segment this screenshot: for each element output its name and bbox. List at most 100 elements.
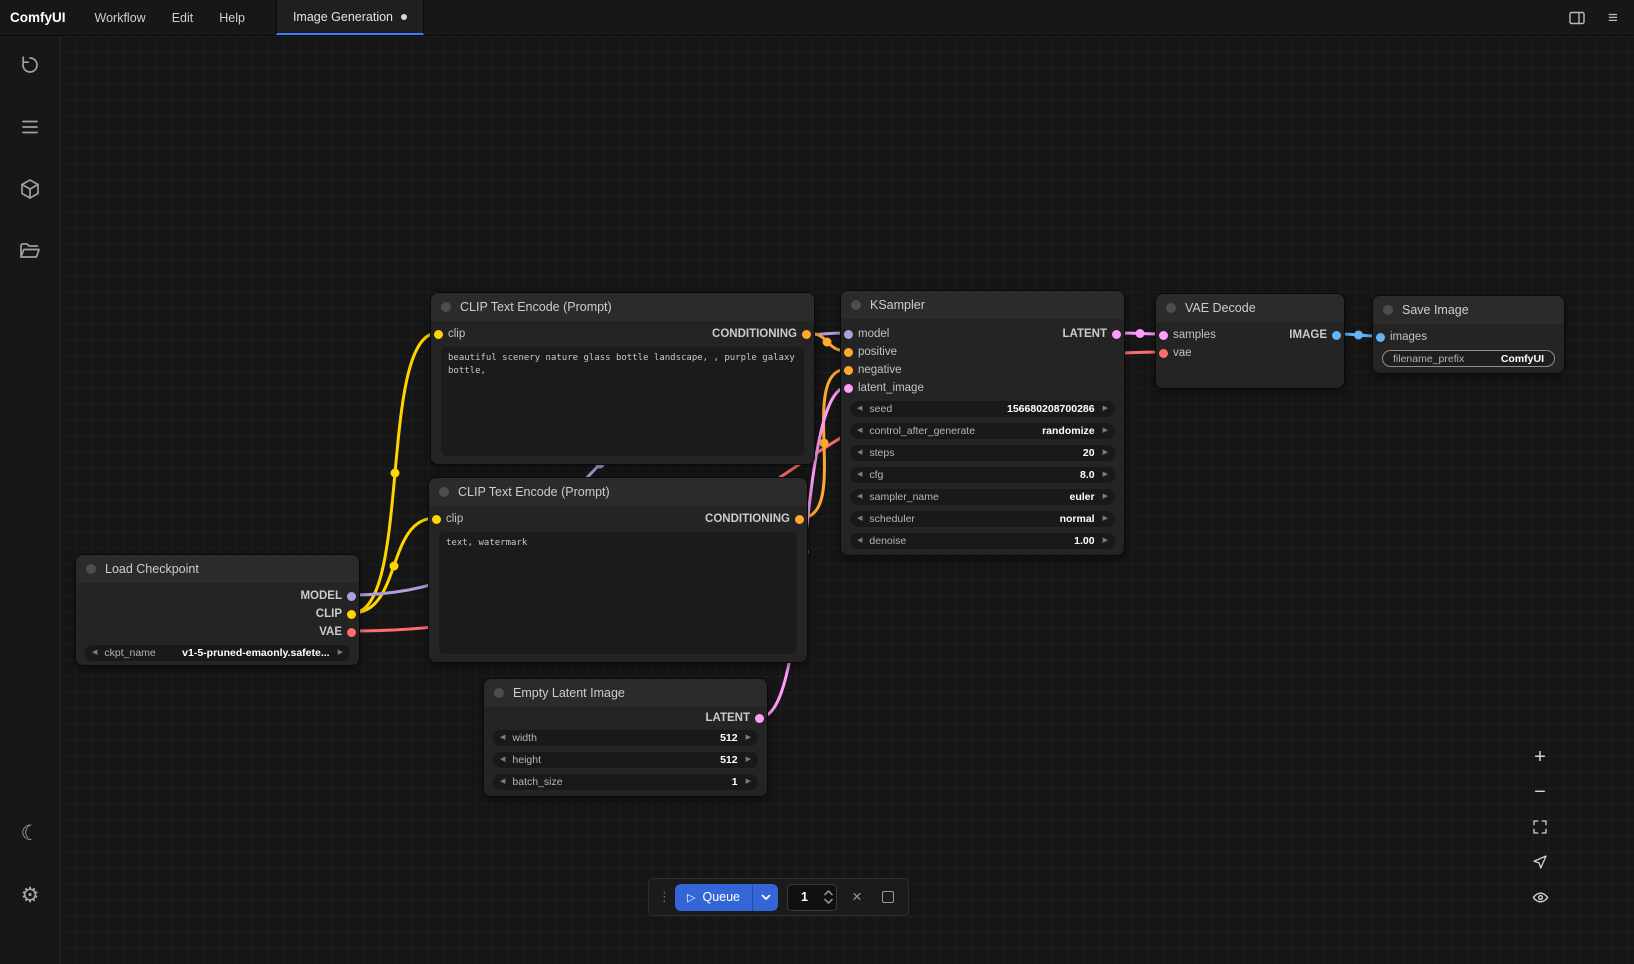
input-port-images[interactable] — [1376, 333, 1385, 342]
widget-increment-icon[interactable]: ▶ — [1103, 511, 1108, 527]
collapse-dot[interactable] — [441, 302, 451, 312]
output-port-conditioning[interactable] — [802, 330, 811, 339]
node-clip-text-encode-negative[interactable]: CLIP Text Encode (Prompt) clip CONDITION… — [428, 477, 808, 663]
node-title: Save Image — [1402, 303, 1469, 317]
menu-help[interactable]: Help — [206, 0, 258, 35]
input-port-latent-image[interactable] — [844, 384, 853, 393]
widget-scheduler[interactable]: ◀ scheduler normal ▶ — [850, 511, 1115, 527]
widget-decrement-icon[interactable]: ◀ — [500, 774, 505, 790]
widget-increment-icon[interactable]: ▶ — [1103, 467, 1108, 483]
widget-decrement-icon[interactable]: ◀ — [500, 752, 505, 768]
widget-steps[interactable]: ◀ steps 20 ▶ — [850, 445, 1115, 461]
zoom-in-button[interactable]: + — [1525, 742, 1555, 772]
menu-workflow[interactable]: Workflow — [82, 0, 159, 35]
widget-increment-icon[interactable]: ▶ — [1103, 533, 1108, 549]
theme-moon-icon[interactable]: ☾ — [15, 818, 45, 848]
collapse-dot[interactable] — [494, 688, 504, 698]
widget-increment-icon[interactable]: ▶ — [1103, 445, 1108, 461]
fit-view-button[interactable] — [1525, 812, 1555, 842]
widget-increment-icon[interactable]: ▶ — [1103, 401, 1108, 417]
widget-increment-icon[interactable]: ▶ — [746, 730, 751, 746]
collapse-dot[interactable] — [439, 487, 449, 497]
widget-decrement-icon[interactable]: ◀ — [857, 423, 862, 439]
output-port-latent[interactable] — [1112, 330, 1121, 339]
input-port-vae[interactable] — [1159, 349, 1168, 358]
queue-button[interactable]: ▷ Queue — [675, 884, 752, 911]
widget-seed[interactable]: ◀ seed 156680208700286 ▶ — [850, 401, 1115, 417]
workflows-folder-icon[interactable] — [15, 236, 45, 266]
node-empty-latent-image[interactable]: Empty Latent Image LATENT ◀ width 512 ▶ … — [483, 678, 768, 797]
node-canvas[interactable]: Load Checkpoint MODEL CLIP VAE ◀ ckpt_na… — [60, 36, 1634, 964]
widget-batch-size[interactable]: ◀ batch_size 1 ▶ — [493, 774, 758, 790]
widget-denoise[interactable]: ◀ denoise 1.00 ▶ — [850, 533, 1115, 549]
toggle-visibility-button[interactable] — [1525, 882, 1555, 912]
widget-value: normal — [1060, 513, 1095, 525]
history-icon[interactable] — [15, 50, 45, 80]
widget-decrement-icon[interactable]: ◀ — [857, 489, 862, 505]
node-clip-text-encode-positive[interactable]: CLIP Text Encode (Prompt) clip CONDITION… — [430, 292, 815, 465]
collapse-dot[interactable] — [851, 300, 861, 310]
input-label: clip — [446, 513, 463, 525]
step-up-icon[interactable] — [824, 890, 833, 896]
prompt-textarea[interactable]: beautiful scenery nature glass bottle la… — [441, 347, 804, 456]
model-library-icon[interactable] — [15, 174, 45, 204]
widget-decrement-icon[interactable]: ◀ — [857, 401, 862, 417]
node-vae-decode[interactable]: VAE Decode samples IMAGE vae — [1155, 293, 1345, 389]
widget-decrement-icon[interactable]: ◀ — [857, 511, 862, 527]
widget-height[interactable]: ◀ height 512 ▶ — [493, 752, 758, 768]
zoom-out-button[interactable]: − — [1525, 777, 1555, 807]
widget-decrement-icon[interactable]: ◀ — [857, 467, 862, 483]
output-port-clip[interactable] — [347, 610, 356, 619]
widget-decrement-icon[interactable]: ◀ — [500, 730, 505, 746]
stop-icon[interactable] — [877, 886, 899, 908]
widget-width[interactable]: ◀ width 512 ▶ — [493, 730, 758, 746]
output-port-model[interactable] — [347, 592, 356, 601]
output-port-image[interactable] — [1332, 331, 1341, 340]
queue-dropdown-button[interactable] — [752, 884, 778, 911]
input-port-clip[interactable] — [434, 330, 443, 339]
widget-decrement-icon[interactable]: ◀ — [857, 533, 862, 549]
node-ksampler[interactable]: KSampler model LATENT positive negative … — [840, 290, 1125, 556]
widget-control-after-generate[interactable]: ◀ control_after_generate randomize ▶ — [850, 423, 1115, 439]
step-down-icon[interactable] — [824, 898, 833, 904]
input-port-model[interactable] — [844, 330, 853, 339]
widget-increment-icon[interactable]: ▶ — [338, 645, 343, 661]
clear-queue-icon[interactable]: × — [846, 886, 868, 908]
collapse-dot[interactable] — [1383, 305, 1393, 315]
settings-gear-icon[interactable]: ⚙ — [15, 880, 45, 910]
select-mode-button[interactable] — [1525, 847, 1555, 877]
output-port-latent[interactable] — [755, 714, 764, 723]
collapse-dot[interactable] — [86, 564, 96, 574]
collapse-dot[interactable] — [1166, 303, 1176, 313]
widget-increment-icon[interactable]: ▶ — [1103, 489, 1108, 505]
queue-list-icon[interactable] — [15, 112, 45, 142]
input-port-negative[interactable] — [844, 366, 853, 375]
toggle-panel-icon[interactable] — [1566, 7, 1588, 29]
widget-decrement-icon[interactable]: ◀ — [92, 645, 97, 661]
hamburger-menu-icon[interactable]: ≡ — [1602, 7, 1624, 29]
widget-decrement-icon[interactable]: ◀ — [857, 445, 862, 461]
widget-increment-icon[interactable]: ▶ — [1103, 423, 1108, 439]
input-port-clip[interactable] — [432, 515, 441, 524]
widget-ckpt-name[interactable]: ◀ ckpt_name v1-5-pruned-emaonly.safete..… — [85, 645, 350, 661]
app-logo[interactable]: ComfyUI — [0, 0, 82, 35]
prompt-textarea[interactable]: text, watermark — [439, 532, 797, 654]
tab-image-generation[interactable]: Image Generation — [276, 0, 424, 35]
output-port-vae[interactable] — [347, 628, 356, 637]
node-header: Save Image — [1373, 296, 1564, 324]
input-label: positive — [858, 346, 897, 358]
menu-edit[interactable]: Edit — [159, 0, 207, 35]
widget-filename-prefix[interactable]: filename_prefix ComfyUI — [1382, 350, 1555, 367]
widget-sampler-name[interactable]: ◀ sampler_name euler ▶ — [850, 489, 1115, 505]
input-port-positive[interactable] — [844, 348, 853, 357]
batch-count-input[interactable]: 1 — [787, 884, 837, 911]
drag-handle-icon[interactable]: ⋮ — [658, 889, 666, 905]
widget-increment-icon[interactable]: ▶ — [746, 774, 751, 790]
node-load-checkpoint[interactable]: Load Checkpoint MODEL CLIP VAE ◀ ckpt_na… — [75, 554, 360, 666]
widget-cfg[interactable]: ◀ cfg 8.0 ▶ — [850, 467, 1115, 483]
node-save-image[interactable]: Save Image images filename_prefix ComfyU… — [1372, 295, 1565, 374]
input-port-samples[interactable] — [1159, 331, 1168, 340]
widget-increment-icon[interactable]: ▶ — [746, 752, 751, 768]
output-port-conditioning[interactable] — [795, 515, 804, 524]
widget-value: 512 — [720, 754, 738, 766]
